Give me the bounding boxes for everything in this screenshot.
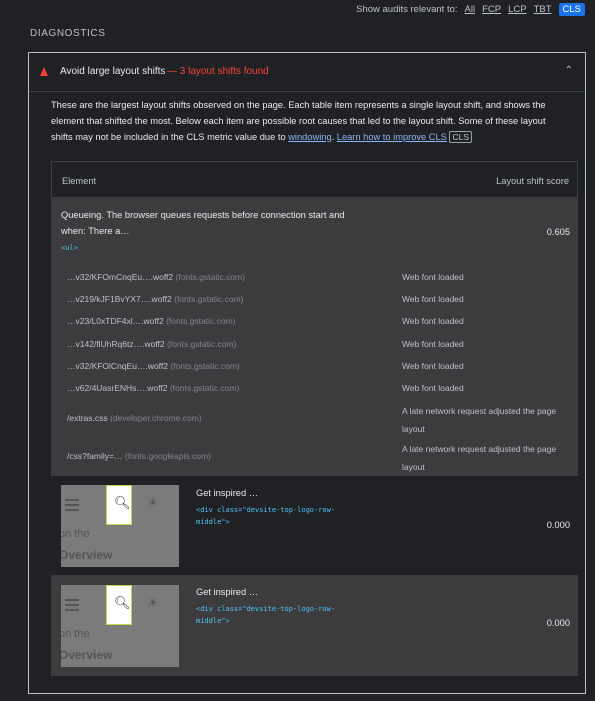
cause-url[interactable]: …v219/kJF1BvYX7….woff2 (fonts.gstatic.co…	[67, 294, 244, 304]
cause-reason: A late network request adjusted the page…	[402, 406, 557, 434]
cause-reason: Web font loaded	[402, 272, 464, 282]
chevron-up-icon[interactable]: ⌃	[565, 65, 573, 76]
audit-header[interactable]: Avoid large layout shifts — 3 layout shi…	[29, 53, 585, 92]
node-snippet: <ul>	[61, 244, 78, 252]
node-snippet: <div class="devsite-top-logo-row- middle…	[196, 605, 336, 625]
node-label[interactable]: Get inspired …	[196, 486, 258, 502]
section-title: DIAGNOSTICS	[30, 28, 106, 39]
search-icon: 🔍︎	[114, 595, 131, 610]
cause-url[interactable]: …v32/KFOlCnqEu….woff2 (fonts.gstatic.com…	[67, 361, 240, 371]
filter-fcp[interactable]: FCP	[482, 4, 501, 15]
column-element: Element	[62, 176, 97, 186]
windowing-link[interactable]: windowing	[288, 132, 331, 142]
warning-triangle-icon	[40, 67, 48, 76]
cause-url[interactable]: …v23/L0xTDF4xl….woff2 (fonts.gstatic.com…	[67, 316, 236, 326]
cause-reason: Web font loaded	[402, 316, 464, 326]
menu-icon	[65, 599, 79, 611]
table-row: 🔍︎ ☀ on the Overview Get inspired … <div…	[51, 476, 578, 575]
cause-url[interactable]: …v62/4UasrENHs….woff2 (fonts.gstatic.com…	[67, 383, 239, 393]
screenshot-text: on the	[61, 528, 90, 540]
filter-cls[interactable]: CLS	[558, 3, 585, 16]
audit-layout-shifts: Avoid large layout shifts — 3 layout shi…	[28, 52, 586, 694]
node-label[interactable]: Get inspired …	[196, 585, 258, 601]
screenshot-text: Overview	[61, 548, 113, 562]
search-icon: 🔍︎	[114, 495, 131, 510]
screenshot-text: on the	[61, 628, 90, 640]
filter-all[interactable]: All	[465, 4, 476, 15]
element-screenshot[interactable]: 🔍︎ ☀ on the Overview	[61, 585, 179, 667]
cause-reason: Web font loaded	[402, 294, 464, 304]
table-header: Element Layout shift score	[51, 161, 578, 199]
table-row: Queueing. The browser queues requests be…	[51, 197, 578, 476]
cause-url[interactable]: /css?family=… (fonts.googleapis.com)	[67, 451, 211, 461]
element-screenshot[interactable]: 🔍︎ ☀ on the Overview	[61, 485, 179, 567]
sun-icon: ☀	[147, 595, 159, 610]
layout-shift-table: Element Layout shift score Queueing. The…	[51, 161, 578, 676]
screenshot-text: Overview	[61, 648, 113, 662]
sun-icon: ☀	[147, 495, 159, 510]
cause-url[interactable]: …v32/KFOmCnqEu….woff2 (fonts.gstatic.com…	[67, 272, 245, 282]
cause-reason: A late network request adjusted the page…	[402, 444, 557, 472]
shift-score: 0.000	[546, 520, 570, 530]
audit-description: These are the largest layout shifts obse…	[51, 100, 546, 143]
node-snippet: <div class="devsite-top-logo-row- middle…	[196, 506, 336, 526]
menu-icon	[65, 499, 79, 511]
cause-reason: Web font loaded	[402, 339, 464, 349]
audit-filter-bar: Show audits relevant to: All FCP LCP TBT…	[356, 3, 585, 16]
audit-summary: — 3 layout shifts found	[167, 66, 269, 77]
filter-lcp[interactable]: LCP	[508, 4, 526, 15]
filter-tbt[interactable]: TBT	[534, 4, 552, 15]
filter-label: Show audits relevant to:	[356, 4, 458, 15]
audit-title: Avoid large layout shifts	[60, 66, 166, 77]
cause-reason: Web font loaded	[402, 361, 464, 371]
column-score: Layout shift score	[496, 176, 569, 186]
shift-score: 0.000	[546, 618, 570, 628]
cls-badge: CLS	[449, 130, 473, 143]
node-label[interactable]: Queueing. The browser queues requests be…	[61, 208, 345, 239]
cause-reason: Web font loaded	[402, 383, 464, 393]
cause-url[interactable]: …v142/flUhRq6tz….woff2 (fonts.gstatic.co…	[67, 339, 236, 349]
table-row: 🔍︎ ☀ on the Overview Get inspired … <div…	[51, 575, 578, 676]
cause-url[interactable]: /extras.css (developer.chrome.com)	[67, 413, 202, 423]
shift-score: 0.605	[546, 227, 570, 237]
learn-more-link[interactable]: Learn how to improve CLS	[337, 132, 447, 142]
